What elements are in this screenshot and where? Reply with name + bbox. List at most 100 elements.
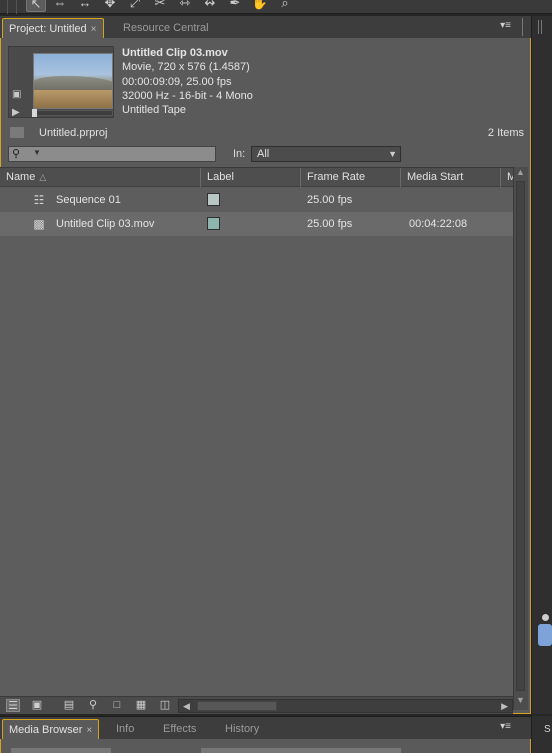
tab-effects-label: Effects [163, 723, 197, 735]
slide-tool-icon[interactable]: ↭ [200, 0, 220, 12]
clip-format: Movie, 720 x 576 (1.4587) [122, 61, 250, 74]
toolbar-grip[interactable] [7, 0, 17, 14]
tab-info-label: Info [116, 723, 135, 735]
adjacent-panel-strip: S [531, 716, 552, 753]
folder-icon [10, 127, 24, 138]
search-dropdown-icon[interactable]: ▼ [33, 148, 41, 157]
thumbnail-scrubber[interactable] [32, 109, 113, 117]
tab-info[interactable]: Info [110, 719, 140, 739]
list-view-icon[interactable]: ☰ [6, 699, 20, 712]
ripple-edit-tool-icon[interactable]: ↔ [75, 0, 95, 12]
sort-asc-icon: △ [39, 172, 47, 182]
clip-thumbnail [33, 53, 113, 109]
project-panel: Project: Untitled × Resource Central ▾≡ ▣… [0, 16, 531, 714]
clip-info: Untitled Clip 03.mov Movie, 720 x 576 (1… [122, 46, 253, 117]
horizontal-scrollbar[interactable]: ◀ ▶ [178, 699, 513, 713]
project-file-name: Untitled.prproj [39, 127, 108, 139]
clip-title: Untitled Clip 03.mov [122, 47, 228, 59]
project-file-row: Untitled.prproj 2 Items [8, 126, 524, 142]
column-media-start[interactable]: Media Start [400, 168, 500, 187]
razor-tool-icon[interactable]: ✂ [150, 0, 170, 12]
pen-tool-icon[interactable]: ✒ [225, 0, 245, 12]
rolling-edit-tool-icon[interactable]: ✥ [100, 0, 120, 12]
media-browser-field[interactable] [11, 748, 111, 753]
tab-project[interactable]: Project: Untitled × [2, 18, 104, 38]
close-icon[interactable]: × [91, 24, 97, 35]
label-color-swatch[interactable] [207, 193, 220, 206]
item-frame-rate: 25.00 fps [307, 218, 353, 230]
find-icon[interactable]: ⚲ [86, 699, 100, 712]
tool-icon [538, 624, 552, 646]
trash-icon[interactable]: ◫ [158, 699, 172, 712]
panel-divider [541, 20, 542, 34]
tab-resource-central[interactable]: Resource Central [117, 18, 215, 38]
marker-icon [542, 614, 549, 621]
item-name: Sequence 01 [56, 194, 121, 206]
adjacent-panel-strip [531, 16, 552, 714]
panel-menu-icon[interactable]: ▾≡ [500, 721, 511, 732]
project-bottom-toolbar: ☰ ▣ ▤ ⚲ □ ▦ ◫ ◀ ▶ [0, 696, 513, 714]
column-label[interactable]: Label [200, 168, 300, 187]
panel-menu-icon[interactable]: ▾≡ [500, 20, 511, 31]
poster-frame-icon[interactable]: ▣ [12, 89, 21, 100]
column-name[interactable]: Name △ [0, 168, 200, 187]
scroll-left-icon[interactable]: ◀ [183, 700, 190, 712]
tab-history-label: History [225, 723, 260, 735]
tab-effects[interactable]: Effects [157, 719, 202, 739]
panel-divider [522, 18, 523, 36]
hand-tool-icon[interactable]: ✋ [250, 0, 270, 12]
in-select-value: All [257, 148, 270, 160]
vertical-scrollbar[interactable]: ▲ ▼ [513, 167, 528, 710]
icon-view-icon[interactable]: ▣ [30, 699, 44, 712]
in-select[interactable]: All ▼ [251, 146, 401, 162]
list-header: Name △ Label Frame Rate Media Start M [0, 168, 516, 187]
automate-to-sequence-icon[interactable]: ▤ [62, 699, 76, 712]
selection-tool-icon[interactable]: ↖ [26, 0, 46, 12]
media-browser-field[interactable] [201, 748, 401, 753]
tab-history[interactable]: History [219, 719, 265, 739]
project-panel-tabbar: Project: Untitled × Resource Central ▾≡ [0, 16, 531, 38]
scroll-right-icon[interactable]: ▶ [501, 700, 508, 712]
project-items-list: Name △ Label Frame Rate Media Start M ☷ S… [0, 167, 516, 697]
media-browser-panel: Media Browser × Info Effects History ▾≡ [0, 716, 531, 753]
panel-divider [538, 20, 539, 34]
tab-media-browser-label: Media Browser [9, 724, 83, 736]
new-item-icon[interactable]: ▦ [134, 699, 148, 712]
side-tab-label: S [544, 724, 551, 735]
column-media-end[interactable]: M [500, 168, 516, 187]
chevron-down-icon: ▼ [388, 149, 397, 159]
audio-video-clip-icon: ▩ [33, 217, 45, 231]
list-item[interactable]: ▩ Untitled Clip 03.mov 25.00 fps 00:04:2… [0, 212, 513, 236]
media-browser-content [0, 739, 531, 753]
column-frame-rate[interactable]: Frame Rate [300, 168, 400, 187]
scrollbar-thumb[interactable] [516, 181, 525, 691]
track-select-tool-icon[interactable]: ⇔ [50, 0, 70, 12]
item-frame-rate: 25.00 fps [307, 194, 353, 206]
clip-tape: Untitled Tape [122, 104, 187, 117]
search-input[interactable]: ⚲ ▼ [8, 146, 216, 162]
new-bin-icon[interactable]: □ [110, 699, 124, 712]
tools-toolbar: ↖ ⇔ ↔ ✥ ⤢ ✂ ⇿ ↭ ✒ ✋ ⌕ [0, 0, 552, 14]
clip-duration: 00:00:09:09, 25.00 fps [122, 75, 232, 88]
scroll-up-icon[interactable]: ▲ [516, 167, 525, 177]
tab-media-browser[interactable]: Media Browser × [2, 719, 100, 739]
play-icon[interactable]: ▶ [12, 107, 20, 118]
item-name: Untitled Clip 03.mov [56, 218, 155, 230]
close-icon[interactable]: × [86, 725, 92, 736]
sequence-icon: ☷ [33, 193, 45, 207]
scroll-down-icon[interactable]: ▼ [516, 695, 525, 705]
horizontal-scrollbar-thumb[interactable] [197, 701, 277, 711]
clip-audio: 32000 Hz - 16-bit - 4 Mono [122, 89, 253, 102]
premiere-workspace: ↖ ⇔ ↔ ✥ ⤢ ✂ ⇿ ↭ ✒ ✋ ⌕ Project: Untitled ×… [0, 0, 552, 753]
preview-area: ▣ ▶ [8, 46, 114, 118]
scrubber-handle[interactable] [32, 109, 37, 117]
tab-project-label: Project: Untitled [9, 23, 87, 35]
tab-resource-central-label: Resource Central [123, 22, 209, 34]
label-color-swatch[interactable] [207, 217, 220, 230]
search-icon: ⚲ [12, 148, 21, 160]
in-label: In: [233, 148, 246, 160]
list-item[interactable]: ☷ Sequence 01 25.00 fps [0, 188, 513, 212]
rate-stretch-tool-icon[interactable]: ⤢ [125, 0, 145, 12]
zoom-tool-icon[interactable]: ⌕ [275, 0, 295, 12]
slip-tool-icon[interactable]: ⇿ [175, 0, 195, 12]
